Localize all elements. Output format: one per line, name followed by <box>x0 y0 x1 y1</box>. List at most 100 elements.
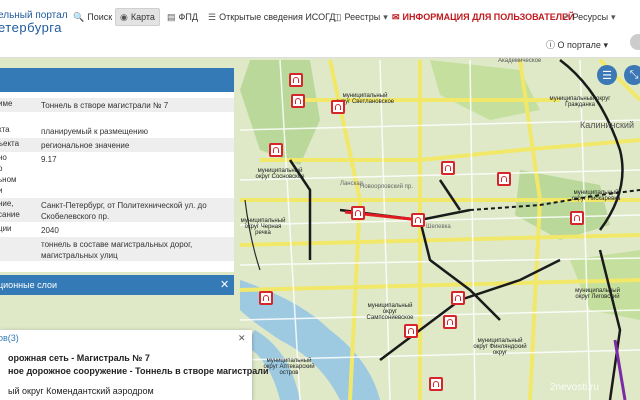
map-label: Новоорловский пр. <box>360 184 413 190</box>
tunnel-icon <box>574 215 580 221</box>
road-object-marker[interactable] <box>429 377 443 391</box>
portal-logo-line2[interactable]: етербурга <box>0 20 62 35</box>
info-value: планируемый к размещению <box>41 127 148 136</box>
watermark-text: 2nevosti.ru <box>550 382 599 393</box>
map-label: муниципальный округ Черная речка <box>240 218 286 236</box>
nav-resources-label: Ресурсы <box>572 12 609 22</box>
map-label: муниципальный округ Сосновское <box>255 168 305 180</box>
info-row-status: кта планируемый к размещению <box>0 124 234 138</box>
road-object-marker[interactable] <box>351 206 365 220</box>
about-portal-link[interactable]: ⓘ О портале ▾ <box>546 38 608 51</box>
info-value: Санкт-Петербург, от Политехнической ул. … <box>41 201 207 221</box>
tunnel-icon <box>445 165 451 171</box>
feature-popup: ов(3) ✕ орожная сеть - Магистраль № 7 но… <box>0 330 269 400</box>
road-object-marker[interactable] <box>259 291 273 305</box>
info-label: име <box>0 99 13 108</box>
top-navigation-bar: ельный портал етербурга 🔍 Поиск ◉ Карта … <box>0 0 640 58</box>
road-object-marker[interactable] <box>497 172 511 186</box>
road-object-marker[interactable] <box>291 94 305 108</box>
info-icon: ⓘ <box>545 40 555 50</box>
info-value: Тоннель в створе магистрали № 7 <box>41 101 169 110</box>
info-label: но о ьном и <box>0 153 17 195</box>
map-label: муниципальный округ Финляндский округ <box>473 338 527 356</box>
caret-down-icon: ▾ <box>383 11 388 22</box>
road-object-marker[interactable] <box>404 324 418 338</box>
tunnel-icon <box>447 319 453 325</box>
nav-map[interactable]: ◉ Карта <box>115 8 160 26</box>
nav-resources[interactable]: ↗ Ресурсы ▾ <box>562 9 616 25</box>
tunnel-icon <box>335 104 341 110</box>
road-object-marker[interactable] <box>289 73 303 87</box>
user-avatar[interactable] <box>630 34 640 50</box>
popup-item[interactable]: ый округ Комендантский аэродром <box>8 386 154 396</box>
nav-user-info[interactable]: ✉ ИНФОРМАЦИЯ ДЛЯ ПОЛЬЗОВАТЕЛЕЙ <box>392 9 575 25</box>
list-icon: ☰ <box>208 11 217 22</box>
close-icon[interactable]: ✕ <box>220 278 229 291</box>
road-object-marker[interactable] <box>441 161 455 175</box>
info-row-significance: ъекта региональное значение <box>0 138 234 152</box>
tunnel-icon <box>501 176 507 182</box>
road-object-marker[interactable] <box>411 213 425 227</box>
globe-icon: ◉ <box>120 11 128 22</box>
info-value: 9.17 <box>41 155 57 164</box>
info-label: ции <box>0 224 12 233</box>
close-icon[interactable]: ✕ <box>238 333 246 344</box>
info-value: 2040 <box>41 226 59 235</box>
map-label: Калининский <box>580 120 634 130</box>
additional-layers-bar[interactable]: ционные слои ✕ <box>0 275 234 295</box>
popup-item[interactable]: орожная сеть - Магистраль № 7 <box>8 353 150 363</box>
expand-button[interactable]: ⤡ <box>624 65 640 85</box>
about-portal-label: О портале <box>557 40 601 50</box>
road-object-marker[interactable] <box>570 211 584 225</box>
info-row-name: име Тоннель в створе магистрали № 7 <box>0 98 234 112</box>
folder-icon: ◫ <box>333 11 342 22</box>
road-object-marker[interactable] <box>443 315 457 329</box>
nav-fpd-label: ФПД <box>178 12 198 22</box>
tunnel-icon <box>273 147 279 153</box>
map-label: муниципальный округ Аптекарский остров <box>263 358 315 376</box>
popup-object-count[interactable]: ов(3) <box>0 333 19 343</box>
tunnel-icon <box>355 210 361 216</box>
info-row-number: но о ьном и 9.17 <box>0 152 234 198</box>
road-object-marker[interactable] <box>331 100 345 114</box>
map-label: муниципальный округ Гражданка <box>549 96 611 108</box>
tunnel-icon <box>415 217 421 223</box>
nav-isogd[interactable]: ☰ Открытые сведения ИСОГД <box>208 9 335 25</box>
info-row-description: тоннель в составе магистральных дорог, м… <box>0 237 234 261</box>
tunnel-icon <box>455 295 461 301</box>
map-label: Академическое <box>498 58 542 64</box>
nav-registries[interactable]: ◫ Реестры ▾ <box>333 9 388 25</box>
road-object-marker[interactable] <box>451 291 465 305</box>
layers-title: ционные слои <box>0 280 57 290</box>
nav-fpd[interactable]: ▤ ФПД <box>167 9 198 25</box>
nav-map-label: Карта <box>130 12 155 22</box>
search-icon: 🔍 <box>73 11 85 22</box>
object-info-panel: име Тоннель в створе магистрали № 7 кта … <box>0 68 234 272</box>
tunnel-icon <box>293 77 299 83</box>
nav-registries-label: Реестры <box>344 12 381 22</box>
list-icon: ☰ <box>602 69 612 82</box>
tunnel-icon <box>433 381 439 387</box>
nav-isogd-label: Открытые сведения ИСОГД <box>219 12 336 22</box>
info-value: региональное значение <box>41 141 130 150</box>
road-object-marker[interactable] <box>269 143 283 157</box>
info-label: кта <box>0 125 10 134</box>
map-label: Шелевка <box>426 224 451 230</box>
external-link-icon: ↗ <box>562 11 570 22</box>
popup-item[interactable]: ное дорожное сооружение - Тоннель в ство… <box>8 366 269 376</box>
info-row-location: ние, сание Санкт-Петербург, от Политехни… <box>0 198 234 222</box>
map-label: муниципальный округ Пискаревка <box>571 190 621 202</box>
nav-search-label: Поиск <box>87 12 113 22</box>
layers-list-button[interactable]: ☰ <box>597 65 617 85</box>
nav-user-info-label: ИНФОРМАЦИЯ ДЛЯ ПОЛЬЗОВАТЕЛЕЙ <box>402 12 575 22</box>
caret-down-icon: ▾ <box>611 11 616 22</box>
info-label: ъекта <box>0 139 20 148</box>
nav-search[interactable]: 🔍 Поиск <box>73 9 112 25</box>
info-row-year: ции 2040 <box>0 223 234 237</box>
tunnel-icon <box>295 98 301 104</box>
expand-icon: ⤡ <box>629 68 639 81</box>
info-label: ние, сание <box>0 199 20 219</box>
tunnel-icon <box>408 328 414 334</box>
comment-icon: ✉ <box>392 11 400 22</box>
map-label: муниципальный округ Сампсониевское <box>366 303 414 321</box>
